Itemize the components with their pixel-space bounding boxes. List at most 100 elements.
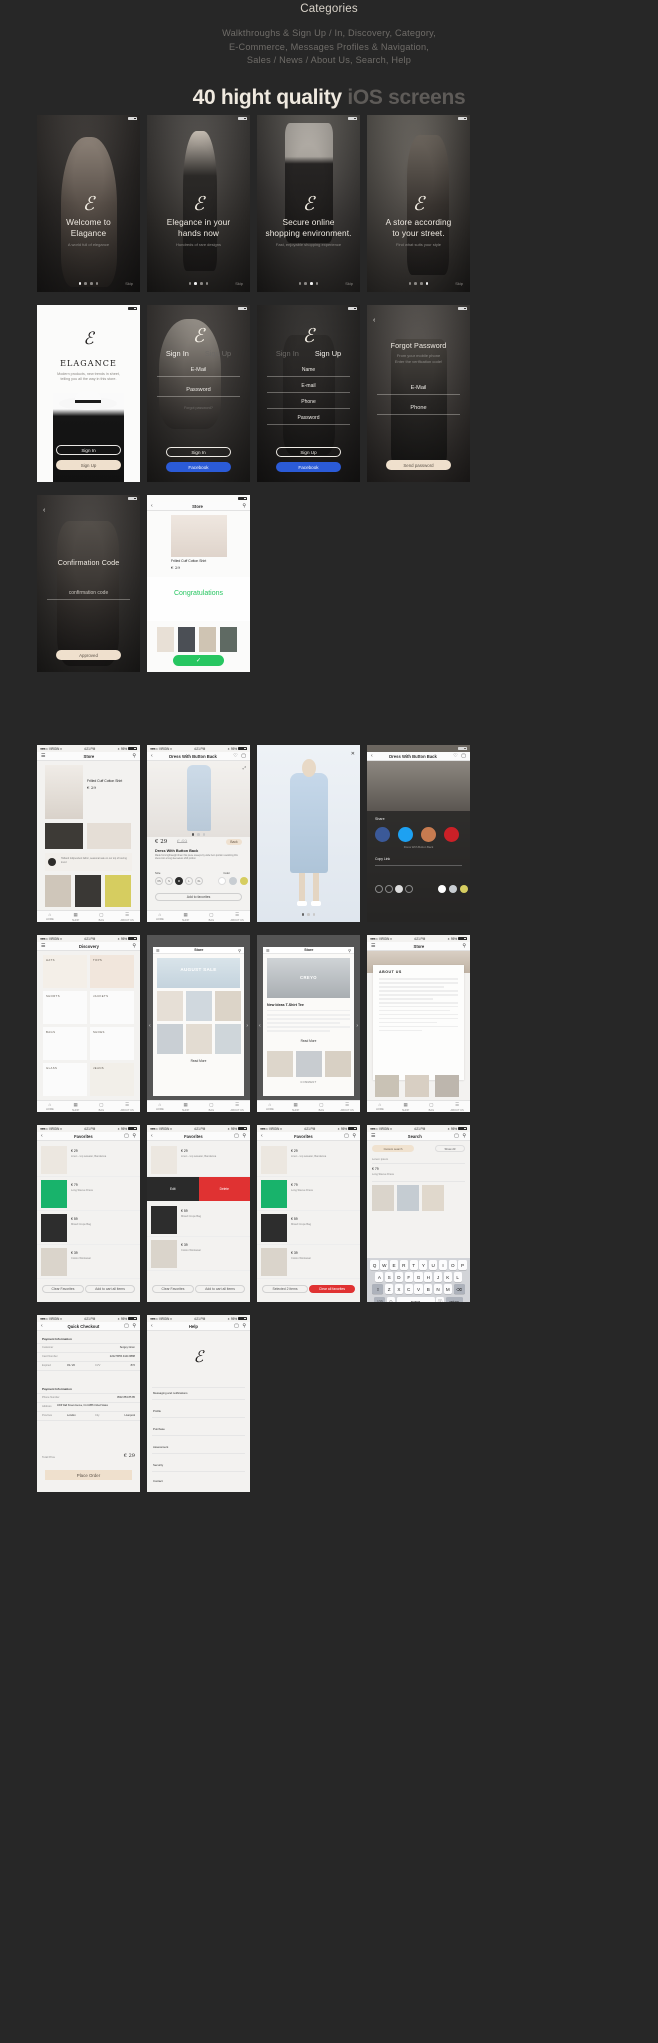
product-image-6[interactable] xyxy=(105,875,131,907)
auth-tabs[interactable]: Sign In Sign Up xyxy=(147,349,250,358)
skip-button[interactable]: Skip xyxy=(455,281,463,286)
thumbnail-2[interactable] xyxy=(178,627,195,652)
password-field[interactable]: Password xyxy=(267,415,350,425)
instagram-share-icon[interactable] xyxy=(421,827,436,842)
search-icon[interactable]: ⚲ xyxy=(462,1133,466,1139)
tab-shop[interactable]: ▦ SHOP xyxy=(63,911,89,922)
news-thumb-3[interactable] xyxy=(325,1051,351,1077)
screen-favorites[interactable]: ●●●○○ VIRGIN ▾ 4:21 PM ✶ 95% ‹ Favorites ▢ ⚲… xyxy=(37,1125,140,1302)
tab-bag[interactable]: ▢ BAG xyxy=(89,911,115,922)
screen-favorites-selected[interactable]: ●●●○○ VIRGIN ▾ 4:21 PM ✶ 95% ‹ Favorites ▢ ⚲… xyxy=(257,1125,360,1302)
facebook-login-button[interactable]: Facebook xyxy=(166,462,231,472)
dot-3[interactable] xyxy=(310,282,313,285)
size-xs[interactable] xyxy=(375,885,383,893)
clear-favorites-button[interactable]: Clear Favorites xyxy=(152,1285,194,1293)
key-n[interactable]: N xyxy=(433,1284,443,1295)
dot-1[interactable] xyxy=(188,282,192,285)
backspace-key[interactable]: ⌫ xyxy=(453,1284,465,1295)
screen-signin[interactable]: ●●●○○VIRGIN▾ 4:21 PM ✶95% ℰ Sign In Sign… xyxy=(147,305,250,482)
back-button[interactable]: ‹ xyxy=(43,507,45,514)
tab-bag[interactable]: ▢ BAG xyxy=(309,1101,335,1112)
search-thumb-3[interactable] xyxy=(422,1185,444,1211)
screen-discovery[interactable]: ●●●○○ VIRGIN ▾ 4:21 PM ✶ 95% ☰ Discovery ⚲ … xyxy=(37,935,140,1112)
email-field[interactable]: E-Mail xyxy=(157,367,240,377)
size-m[interactable]: M xyxy=(175,877,183,885)
screen-news[interactable]: ☰ Store ⚲ CREYO New Ideas T-Shirt Tee Re… xyxy=(257,935,360,1112)
dot-2[interactable] xyxy=(304,282,307,285)
phone-field[interactable]: Phone xyxy=(377,405,460,415)
skip-button[interactable]: Skip xyxy=(235,281,243,286)
confirm-check-button[interactable]: ✓ xyxy=(173,655,224,666)
product-image-5[interactable] xyxy=(75,875,101,907)
tab-shop[interactable]: ▦ SHOP xyxy=(393,1101,419,1112)
tab-bar[interactable]: ⌂ HOME ▦ SHOP ▢ BAG ☰ ABOUT US xyxy=(37,1100,140,1112)
bag-icon[interactable]: ▢ xyxy=(461,753,466,759)
keyboard[interactable]: Q W E R T Y U I O P A S D F G H J K L ⇧ … xyxy=(367,1258,470,1302)
heart-icon[interactable]: ♡ xyxy=(233,753,237,759)
key-m[interactable]: M xyxy=(443,1284,452,1295)
key-t[interactable]: T xyxy=(409,1260,418,1270)
size-xs[interactable]: XS xyxy=(155,877,163,885)
back-icon[interactable]: ‹ xyxy=(151,1133,153,1139)
key-j[interactable]: J xyxy=(433,1272,443,1283)
key-r[interactable]: R xyxy=(399,1260,408,1270)
dot-4[interactable] xyxy=(425,282,429,285)
favorites-list[interactable]: € 29 Linen - top sweater, Bandanna € 79 … xyxy=(257,1143,360,1279)
tab-about[interactable]: ☰ ABOUT US xyxy=(224,1101,250,1112)
dot-2[interactable] xyxy=(84,282,87,285)
tab-about[interactable]: ☰ ABOUT US xyxy=(334,1101,360,1112)
product-image-4[interactable] xyxy=(45,875,71,907)
dot-3[interactable] xyxy=(90,282,93,285)
tab-home[interactable]: ⌂ HOME xyxy=(37,1101,63,1112)
search-icon[interactable]: ⚲ xyxy=(132,753,136,759)
size-l[interactable]: L xyxy=(185,877,193,885)
thumbnail-3[interactable] xyxy=(199,627,216,652)
tab-about[interactable]: ☰ ABOUT US xyxy=(114,911,140,922)
screen-store-home[interactable]: ●●●○○ VIRGIN ▾ 4:21 PM ✶ 95% ☰ Store ⚲ Fril… xyxy=(37,745,140,922)
dot-4[interactable] xyxy=(315,282,319,285)
sale-product-6[interactable] xyxy=(215,1024,241,1054)
favorites-list[interactable]: € 29 Linen - top sweater, Bandanna € 79 … xyxy=(37,1143,140,1279)
screen-product-detail[interactable]: ●●●○○ VIRGIN ▾ 4:21 PM ✶ 95% ‹ Dress With B… xyxy=(147,745,250,922)
help-item-contact[interactable]: Contact xyxy=(153,1479,163,1483)
tab-home[interactable]: ⌂ HOME xyxy=(37,911,63,922)
dot-2[interactable] xyxy=(414,282,417,285)
add-all-to-cart-button[interactable]: Add to cart all items xyxy=(85,1285,135,1293)
tab-bag[interactable]: ▢ BAG xyxy=(419,1101,445,1112)
sale-product-5[interactable] xyxy=(186,1024,212,1054)
search-icon[interactable]: ⚲ xyxy=(132,943,136,949)
key-a[interactable]: A xyxy=(375,1272,384,1283)
splash-signup-button[interactable]: Sign Up xyxy=(56,460,121,470)
pinterest-share-icon[interactable] xyxy=(444,827,459,842)
list-item[interactable]: € 39 Cotton Workwear xyxy=(37,1245,140,1279)
search-icon[interactable]: ⚲ xyxy=(352,1133,356,1139)
emoji-key[interactable]: ☺ xyxy=(386,1296,395,1302)
tab-bag[interactable]: ▢ BAG xyxy=(199,911,225,922)
skip-button[interactable]: Skip xyxy=(345,281,353,286)
screen-confirmation-code[interactable]: ●●●○○VIRGIN▾ 4:21 PM ✶95% ‹ Confirmation… xyxy=(37,495,140,672)
key-g[interactable]: G xyxy=(414,1272,423,1283)
tab-shop[interactable]: ▦ SHOP xyxy=(173,911,199,922)
color-swatch-yellow[interactable] xyxy=(240,877,248,885)
screen-forgot-password[interactable]: ●●●○○VIRGIN▾ 4:21 PM ✶95% ‹ Forgot Passw… xyxy=(367,305,470,482)
tab-home[interactable]: ⌂ HOME xyxy=(367,1101,393,1112)
bag-icon[interactable]: ▢ xyxy=(124,1133,129,1139)
keyboard-row-4[interactable]: 123 ☺ space ⓘ return xyxy=(369,1296,469,1302)
phone-field[interactable]: Phone xyxy=(267,399,350,409)
back-icon[interactable]: ‹ xyxy=(151,753,153,759)
name-field[interactable]: Name xyxy=(267,367,350,377)
search-chip[interactable]: Custom search xyxy=(372,1145,414,1152)
list-item[interactable]: € 29 Linen - top sweater, Bandanna xyxy=(147,1143,250,1177)
tab-bar[interactable]: ⌂ HOME ▦ SHOP ▢ BAG ☰ ABOUT US xyxy=(37,910,140,922)
size-l[interactable] xyxy=(405,885,413,893)
tab-bar[interactable]: ⌂ HOME ▦ SHOP ▢ BAG ☰ ABOUT US xyxy=(257,1100,360,1112)
back-icon[interactable]: ‹ xyxy=(151,1323,153,1329)
tab-signin[interactable]: Sign In xyxy=(276,349,299,358)
twitter-share-icon[interactable] xyxy=(398,827,413,842)
key-s[interactable]: S xyxy=(385,1272,394,1283)
clear-favorites-button[interactable]: Clear Favorites xyxy=(42,1285,84,1293)
size-s[interactable]: S xyxy=(165,877,173,885)
screen-product-zoom[interactable]: ✕ xyxy=(257,745,360,922)
keyboard-row-2[interactable]: A S D F G H J K L xyxy=(369,1272,469,1283)
screen-favorites-swipe[interactable]: ●●●○○ VIRGIN ▾ 4:21 PM ✶ 95% ‹ Favorites ▢ ⚲… xyxy=(147,1125,250,1302)
